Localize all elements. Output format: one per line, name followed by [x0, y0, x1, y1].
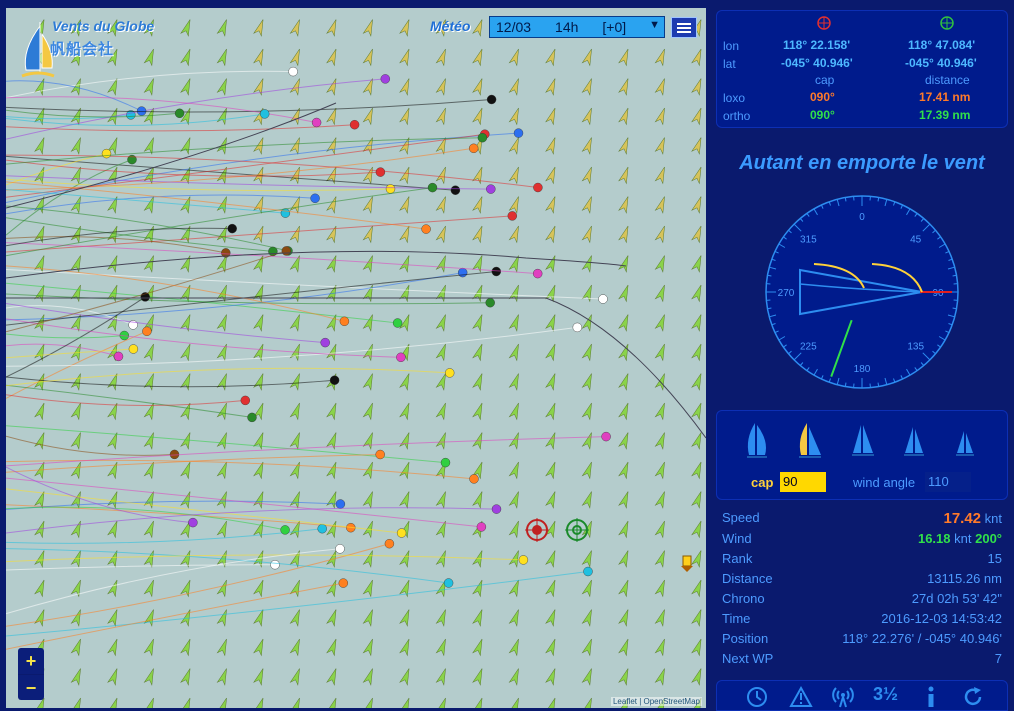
- speed-row: Speed 17.42 knt: [722, 510, 1002, 530]
- ranking-icon[interactable]: 3½: [873, 684, 898, 705]
- zoom-in-button[interactable]: +: [18, 648, 44, 674]
- info-icon[interactable]: [919, 685, 943, 709]
- refresh-icon[interactable]: [961, 685, 985, 709]
- clock-icon[interactable]: [745, 685, 769, 709]
- meteo-label: Météo: [430, 18, 471, 34]
- ortho-label: ortho: [723, 109, 751, 123]
- start-target-icon[interactable]: [525, 518, 549, 542]
- compass-label-315: 315: [800, 234, 817, 245]
- navigation-panel: lon 118° 22.158' 118° 47.084' lat -045° …: [716, 10, 1008, 128]
- lat-destination: -045° 40.946': [905, 56, 977, 70]
- lon-start: 118° 22.158': [783, 38, 851, 52]
- wind-unit: knt: [954, 531, 972, 546]
- rank-label: Rank: [722, 551, 753, 566]
- cap-input[interactable]: 90: [780, 472, 826, 492]
- rank-value: 15: [987, 551, 1002, 566]
- position-value: 118° 22.276' / -045° 40.946': [842, 631, 1002, 646]
- wind-direction: 200°: [975, 531, 1002, 546]
- loxo-distance: 17.41 nm: [919, 90, 971, 104]
- time-label: Time: [722, 611, 751, 626]
- loxo-cap: 090°: [810, 90, 835, 104]
- broadcast-icon[interactable]: [831, 685, 855, 709]
- sail-genoa-icon[interactable]: [849, 421, 875, 461]
- sail-spinnaker-icon[interactable]: [795, 421, 823, 461]
- time-value: 2016-12-03 14:53:42: [881, 611, 1002, 626]
- sail-jib-icon[interactable]: [743, 421, 769, 461]
- position-label: Position: [722, 631, 769, 646]
- lon-label: lon: [723, 39, 740, 53]
- compass-label-225: 225: [800, 342, 817, 353]
- ortho-cap: 090°: [810, 108, 835, 122]
- wind-speed: 16.18: [917, 531, 951, 546]
- chrono-value: 27d 02h 53' 42": [911, 591, 1002, 606]
- chevron-down-icon: ▼: [649, 19, 660, 31]
- sail-code0-icon[interactable]: [901, 421, 925, 461]
- lat-label: lat: [723, 57, 736, 71]
- logo-subtitle: 帆船会社: [50, 41, 115, 58]
- distance-header: distance: [925, 73, 970, 87]
- lat-start: -045° 40.946': [781, 56, 853, 70]
- next-wp-row: Next WP 7: [722, 651, 1002, 671]
- ortho-distance: 17.39 nm: [919, 108, 971, 122]
- compass-dial[interactable]: 0 45 90 135 180 225 270 315: [760, 192, 964, 396]
- next-wp-label: Next WP: [722, 651, 774, 666]
- sail-panel: cap 90 wind angle 110: [716, 410, 1008, 500]
- compass-label-135: 135: [907, 342, 924, 353]
- wind-angle-label: wind angle: [853, 475, 916, 490]
- cap-label: cap: [751, 475, 774, 490]
- destination-target-icon[interactable]: [565, 518, 589, 542]
- boat-name: Autant en emporte le vent: [739, 152, 985, 174]
- sail-stormjib-icon[interactable]: [953, 421, 975, 461]
- bottom-toolbar: 3½: [716, 680, 1008, 711]
- meteo-date: 12/03: [496, 19, 532, 35]
- compass-label-0: 0: [859, 212, 865, 223]
- logo-title: Vents du Globe: [52, 18, 155, 34]
- next-wp-value: 7: [994, 651, 1002, 666]
- meteo-hour: 14h: [555, 19, 579, 35]
- compass-label-180: 180: [854, 364, 871, 375]
- distance-label: Distance: [722, 571, 773, 586]
- race-map[interactable]: Vents du Globe 帆船会社 Météo 12/03 14h [+0]…: [6, 8, 706, 708]
- compass-label-270: 270: [778, 288, 795, 299]
- distance-row: Distance 13115.26 nm: [722, 571, 1002, 591]
- rank-row: Rank 15: [722, 551, 1002, 571]
- wind-row: Wind 16.18 knt 200°: [722, 531, 1002, 551]
- position-row: Position 118° 22.276' / -045° 40.946': [722, 631, 1002, 651]
- speed-label: Speed: [722, 510, 760, 525]
- compass-label-45: 45: [910, 234, 922, 245]
- hamburger-icon: [677, 22, 691, 25]
- chrono-row: Chrono 27d 02h 53' 42": [722, 591, 1002, 611]
- map-attribution[interactable]: Leaflet | OpenStreetMap: [610, 697, 702, 706]
- loxo-label: loxo: [723, 91, 746, 105]
- speed-unit: knt: [984, 511, 1002, 526]
- menu-button[interactable]: [671, 17, 697, 38]
- wind-angle-input[interactable]: 110: [925, 472, 971, 492]
- distance-value: 13115.26 nm: [927, 571, 1002, 586]
- meteo-offset: [+0]: [602, 19, 627, 35]
- destination-target-icon: [940, 16, 954, 30]
- zoom-control: + −: [18, 648, 44, 700]
- buoy-icon[interactable]: [681, 555, 693, 572]
- start-target-icon: [817, 16, 831, 30]
- wind-label: Wind: [722, 531, 752, 546]
- time-row: Time 2016-12-03 14:53:42: [722, 611, 1002, 631]
- chrono-label: Chrono: [722, 591, 765, 606]
- compass-label-90: 90: [932, 288, 944, 299]
- meteo-forecast-select[interactable]: 12/03 14h [+0] ▼: [489, 16, 665, 38]
- warning-icon[interactable]: [789, 685, 813, 709]
- lon-destination: 118° 47.084': [908, 38, 976, 52]
- zoom-out-button[interactable]: −: [18, 674, 44, 701]
- speed-value: 17.42: [943, 510, 982, 527]
- cap-header: cap: [815, 73, 835, 87]
- waypoint-markers: [525, 518, 693, 572]
